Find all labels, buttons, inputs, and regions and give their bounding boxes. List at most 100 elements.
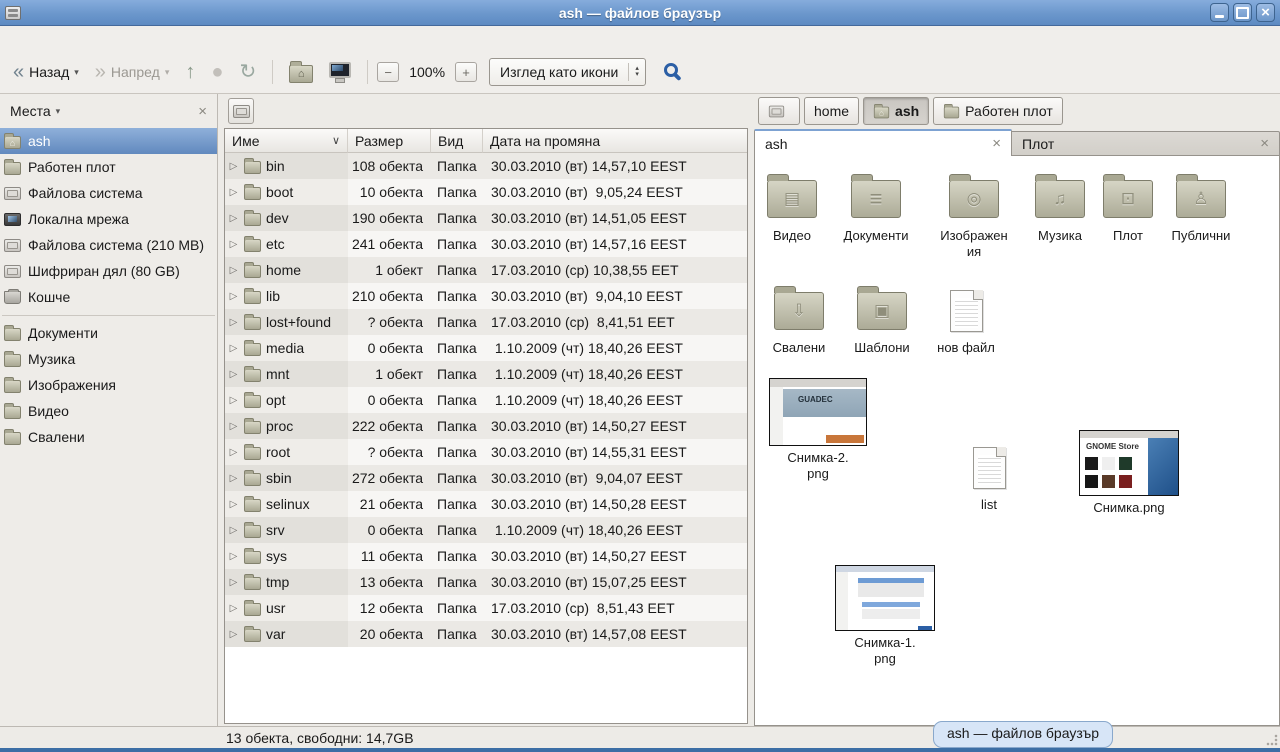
expander-icon[interactable]: ▷ bbox=[228, 317, 239, 328]
sidebar-item[interactable]: Музика bbox=[0, 346, 217, 372]
computer-button[interactable] bbox=[322, 58, 358, 86]
table-row[interactable]: ▷ tmp 13 обекта Папка 30.03.2010 (вт) 15… bbox=[225, 569, 747, 595]
column-header-type[interactable]: Вид bbox=[431, 129, 483, 153]
breadcrumb-button[interactable]: ash bbox=[863, 97, 929, 125]
sidebar-title[interactable]: Места bbox=[10, 103, 51, 119]
sidebar-item[interactable]: Файлова система bbox=[0, 180, 217, 206]
menu-item[interactable] bbox=[22, 36, 40, 42]
expander-icon[interactable]: ▷ bbox=[228, 447, 239, 458]
expander-icon[interactable]: ▷ bbox=[228, 629, 239, 640]
sidebar-item[interactable]: Файлова система (210 MB) bbox=[0, 232, 217, 258]
sidebar-item[interactable]: Шифриран дял (80 GB) bbox=[0, 258, 217, 284]
table-row[interactable]: ▷ sbin 272 обекта Папка 30.03.2010 (вт) … bbox=[225, 465, 747, 491]
expander-icon[interactable]: ▷ bbox=[228, 551, 239, 562]
zoom-out-button[interactable]: − bbox=[377, 62, 399, 82]
expander-icon[interactable]: ▷ bbox=[228, 239, 239, 250]
table-row[interactable]: ▷ srv 0 обекта Папка 1.10.2009 (чт) 18,4… bbox=[225, 517, 747, 543]
expander-icon[interactable]: ▷ bbox=[228, 499, 239, 510]
sidebar-item[interactable] bbox=[0, 310, 217, 320]
sidebar-item[interactable]: Локална мрежа bbox=[0, 206, 217, 232]
search-icon[interactable] bbox=[664, 63, 678, 77]
table-row[interactable]: ▷ lib 210 обекта Папка 30.03.2010 (вт) 9… bbox=[225, 283, 747, 309]
expander-icon[interactable]: ▷ bbox=[228, 213, 239, 224]
sidebar-item[interactable]: Свалени bbox=[0, 424, 217, 450]
table-row[interactable]: ▷ usr 12 обекта Папка 17.03.2010 (ср) 8,… bbox=[225, 595, 747, 621]
menu-item[interactable] bbox=[40, 36, 58, 42]
expander-icon[interactable]: ▷ bbox=[228, 395, 239, 406]
sidebar-item[interactable]: Изображения bbox=[0, 372, 217, 398]
breadcrumb-button[interactable] bbox=[758, 97, 800, 125]
table-row[interactable]: ▷ etc 241 обекта Папка 30.03.2010 (вт) 1… bbox=[225, 231, 747, 257]
menu-item[interactable] bbox=[58, 36, 76, 42]
table-row[interactable]: ▷ opt 0 обекта Папка 1.10.2009 (чт) 18,4… bbox=[225, 387, 747, 413]
expander-icon[interactable]: ▷ bbox=[228, 369, 239, 380]
icon-item[interactable]: Шаблони bbox=[834, 286, 930, 356]
icon-item[interactable]: Публични bbox=[1153, 174, 1249, 244]
tab-close-icon[interactable]: × bbox=[1250, 135, 1269, 152]
expander-icon[interactable]: ▷ bbox=[228, 161, 239, 172]
expander-icon[interactable]: ▷ bbox=[228, 473, 239, 484]
sidebar-item[interactable]: Видео bbox=[0, 398, 217, 424]
breadcrumb-button[interactable]: Работен плот bbox=[933, 97, 1063, 125]
table-row[interactable]: ▷ mnt 1 обект Папка 1.10.2009 (чт) 18,40… bbox=[225, 361, 747, 387]
expander-icon[interactable]: ▷ bbox=[228, 421, 239, 432]
icon-item[interactable]: GUADEC Снимка-2. png bbox=[770, 378, 866, 482]
close-button[interactable] bbox=[1256, 3, 1275, 22]
icon-item[interactable]: Снимка-1. png bbox=[837, 565, 933, 667]
stop-button[interactable]: ● bbox=[204, 58, 230, 86]
expander-icon[interactable]: ▷ bbox=[228, 577, 239, 588]
column-header-name[interactable]: Име ∨ bbox=[225, 129, 348, 153]
table-row[interactable]: ▷ dev 190 обекта Папка 30.03.2010 (вт) 1… bbox=[225, 205, 747, 231]
icon-item[interactable]: list bbox=[941, 443, 1037, 513]
tab-close-icon[interactable]: × bbox=[982, 135, 1001, 152]
view-mode-value: Изглед като икони bbox=[500, 64, 618, 80]
table-row[interactable]: ▷ media 0 обекта Папка 1.10.2009 (чт) 18… bbox=[225, 335, 747, 361]
table-row[interactable]: ▷ sys 11 обекта Папка 30.03.2010 (вт) 14… bbox=[225, 543, 747, 569]
table-row[interactable]: ▷ bin 108 обекта Папка 30.03.2010 (вт) 1… bbox=[225, 153, 747, 179]
menu-item[interactable] bbox=[94, 36, 112, 42]
table-row[interactable]: ▷ selinux 21 обекта Папка 30.03.2010 (вт… bbox=[225, 491, 747, 517]
reload-button[interactable]: ↻ bbox=[232, 58, 263, 86]
sidebar-title-caret-icon[interactable]: ▾ bbox=[56, 106, 61, 117]
tab[interactable]: Плот × bbox=[1012, 131, 1280, 156]
icon-item[interactable]: GNOME Store Снимка.png bbox=[1081, 430, 1177, 516]
icon-item[interactable]: Изображен ия bbox=[926, 174, 1022, 260]
sidebar-item[interactable]: Работен плот bbox=[0, 154, 217, 180]
minimize-button[interactable] bbox=[1210, 3, 1229, 22]
expander-icon[interactable]: ▷ bbox=[228, 265, 239, 276]
table-row[interactable]: ▷ lost+found ? обекта Папка 17.03.2010 (… bbox=[225, 309, 747, 335]
table-row[interactable]: ▷ boot 10 обекта Папка 30.03.2010 (вт) 9… bbox=[225, 179, 747, 205]
icon-item[interactable]: Документи bbox=[828, 174, 924, 244]
table-row[interactable]: ▷ var 20 обекта Папка 30.03.2010 (вт) 14… bbox=[225, 621, 747, 647]
expander-icon[interactable]: ▷ bbox=[228, 343, 239, 354]
menu-item[interactable] bbox=[4, 36, 22, 42]
back-history-caret-icon[interactable]: ▾ bbox=[74, 67, 79, 78]
sidebar-item[interactable]: Кошче bbox=[0, 284, 217, 310]
view-mode-select[interactable]: Изглед като икони ▴▾ bbox=[489, 58, 646, 86]
table-row[interactable]: ▷ home 1 обект Папка 17.03.2010 (ср) 10,… bbox=[225, 257, 747, 283]
expander-icon[interactable]: ▷ bbox=[228, 187, 239, 198]
forward-button[interactable]: » Напред ▾ bbox=[88, 58, 177, 86]
sidebar-close-icon[interactable]: × bbox=[198, 103, 207, 120]
root-location-button[interactable] bbox=[228, 98, 254, 124]
maximize-button[interactable] bbox=[1233, 3, 1252, 22]
icon-view[interactable]: Видео Документи bbox=[754, 156, 1280, 726]
menu-item[interactable] bbox=[76, 36, 94, 42]
column-header-date[interactable]: Дата на промяна bbox=[483, 129, 747, 153]
icon-item[interactable]: нов файл bbox=[918, 286, 1014, 356]
table-row[interactable]: ▷ proc 222 обекта Папка 30.03.2010 (вт) … bbox=[225, 413, 747, 439]
home-button[interactable]: ⌂ bbox=[282, 57, 320, 87]
back-button[interactable]: « Назад ▾ bbox=[6, 58, 86, 86]
breadcrumb-button[interactable]: home bbox=[804, 97, 859, 125]
sidebar-item[interactable]: Документи bbox=[0, 320, 217, 346]
sidebar-item[interactable]: ash bbox=[0, 128, 217, 154]
up-button[interactable]: ↑ bbox=[178, 58, 202, 86]
expander-icon[interactable]: ▷ bbox=[228, 525, 239, 536]
expander-icon[interactable]: ▷ bbox=[228, 603, 239, 614]
zoom-in-button[interactable]: + bbox=[455, 62, 477, 82]
tab[interactable]: ash × bbox=[754, 129, 1012, 156]
resize-grip[interactable] bbox=[1265, 733, 1278, 746]
table-row[interactable]: ▷ root ? обекта Папка 30.03.2010 (вт) 14… bbox=[225, 439, 747, 465]
column-header-size[interactable]: Размер bbox=[348, 129, 431, 153]
expander-icon[interactable]: ▷ bbox=[228, 291, 239, 302]
